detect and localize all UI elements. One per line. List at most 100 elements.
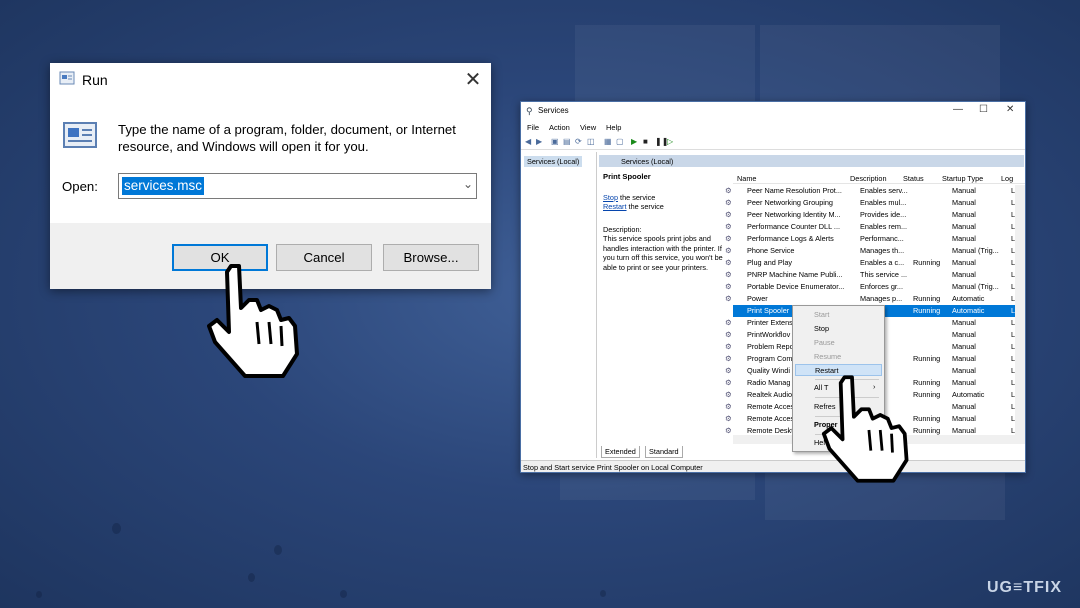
cell-name: Performance Counter DLL ... [747, 222, 841, 231]
cell-startup: Manual (Trig... [952, 282, 999, 291]
browse-button[interactable]: Browse... [383, 244, 479, 271]
pane-header: Services (Local) [599, 155, 1024, 167]
cell-startup: Manual [952, 234, 976, 243]
table-row[interactable]: ⚙ Peer Networking Grouping Enables mul... M… [725, 197, 1025, 209]
table-row[interactable]: ⚙ Plug and Play Enables a c... Running Manua… [725, 257, 1025, 269]
cell-startup: Manual [952, 402, 976, 411]
cell-desc: This service ... [860, 270, 908, 279]
stop-link[interactable]: Stop [603, 193, 618, 202]
menu-item-start[interactable]: Start [795, 309, 882, 321]
cell-startup: Automatic [952, 294, 985, 303]
restart-link[interactable]: Restart [603, 202, 627, 211]
play-icon[interactable]: ▶ [631, 137, 637, 146]
cell-desc: Enables mul... [860, 198, 907, 207]
cell-startup: Manual [952, 186, 976, 195]
menu-view[interactable]: View [580, 123, 596, 132]
column-header[interactable]: Startup Type [942, 174, 983, 183]
cell-startup: Manual [952, 270, 976, 279]
description-label: Description: [603, 225, 642, 234]
tree-item-services-local[interactable]: Services (Local) [524, 156, 583, 167]
cell-startup: Manual [952, 198, 976, 207]
services-title: Services [538, 106, 569, 115]
list-icon[interactable]: ▤ [563, 137, 571, 146]
water-drop [112, 523, 121, 534]
menu-item-pause[interactable]: Pause [795, 337, 882, 349]
vertical-scrollbar[interactable] [1015, 185, 1025, 435]
cell-startup: Manual [952, 342, 976, 351]
cell-startup: Manual [952, 258, 976, 267]
cell-name: Power [747, 294, 768, 303]
close-icon[interactable]: ✕ [461, 69, 485, 91]
gear-icon: ⚙ [725, 330, 732, 339]
gear-icon: ⚙ [725, 318, 732, 327]
minimize-icon[interactable]: — [953, 104, 963, 115]
cell-name: Performance Logs & Alerts [747, 234, 834, 243]
menu-file[interactable]: File [527, 123, 539, 132]
cell-startup: Automatic [952, 390, 985, 399]
cell-desc: Enables rem... [860, 222, 908, 231]
column-header[interactable]: Name [737, 174, 756, 183]
tab-extended[interactable]: Extended [601, 446, 640, 458]
gear-icon: ⚙ [725, 210, 732, 219]
selected-service-name: Print Spooler [603, 172, 651, 181]
cell-startup: Automatic [952, 306, 985, 315]
gear-icon: ⚙ [725, 198, 732, 207]
maximize-icon[interactable]: ☐ [979, 104, 988, 115]
cell-desc: Manages p... [860, 294, 903, 303]
gear-icon: ⚙ [725, 294, 732, 303]
cell-status: Running [913, 390, 941, 399]
menu-help[interactable]: Help [606, 123, 621, 132]
cell-name: Phone Service [747, 246, 795, 255]
open-input-value[interactable]: services.msc [122, 177, 205, 195]
restart-icon[interactable]: ▷ [667, 137, 673, 146]
table-row[interactable]: ⚙ PNRP Machine Name Publi... This service … [725, 269, 1025, 281]
cell-startup: Manual [952, 222, 976, 231]
toolbar: ◀ ▶ ▣ ▤ ⟳ ◫ ▦ ▢ ▶ ■ ❚❚ ▷ [521, 135, 1025, 150]
cell-desc: Provides ide... [860, 210, 907, 219]
status-text: Stop and Start service Print Spooler on … [523, 463, 703, 472]
table-row[interactable]: ⚙ Portable Device Enumerator... Enforces g… [725, 281, 1025, 293]
table-row[interactable]: ⚙PowerManages p...RunningAutomaticLoc [725, 293, 1025, 305]
cell-name: Peer Networking Identity M... [747, 210, 841, 219]
water-drop [600, 590, 606, 597]
table-row[interactable]: ⚙ Peer Networking Identity M... Provides i… [725, 209, 1025, 221]
column-header[interactable]: Description [850, 174, 887, 183]
column-header[interactable]: Status [903, 174, 924, 183]
export-icon[interactable]: ◫ [587, 137, 595, 146]
gear-icon: ⚙ [725, 282, 732, 291]
column-header[interactable]: Log [1001, 174, 1013, 183]
close-icon[interactable]: ✕ [1006, 104, 1014, 115]
tab-standard[interactable]: Standard [645, 446, 683, 458]
table-row[interactable]: ⚙ Performance Logs & Alerts Performanc... M… [725, 233, 1025, 245]
menu-item-stop[interactable]: Stop [795, 323, 882, 335]
table-row[interactable]: ⚙ Performance Counter DLL ... Enables rem.… [725, 221, 1025, 233]
properties-icon[interactable]: ▢ [616, 137, 624, 146]
hand-cursor-icon [207, 264, 299, 378]
refresh-icon[interactable]: ⟳ [575, 137, 582, 146]
run-window-icon [59, 71, 75, 85]
table-row[interactable]: ⚙ Peer Name Resolution Prot... Enables ser… [725, 185, 1025, 197]
cell-desc: Manages th... [860, 246, 905, 255]
gear-icon: ⚙ [725, 390, 732, 399]
cell-status: Running [913, 294, 941, 303]
gear-icon: ⚙ [725, 306, 732, 315]
table-row[interactable]: ⚙ Phone Service Manages th... Manual (Trig.… [725, 245, 1025, 257]
back-icon[interactable]: ◀ [525, 137, 531, 146]
cell-startup: Manual [952, 378, 976, 387]
console-tree-icon[interactable]: ▣ [551, 137, 559, 146]
cell-name: Peer Networking Grouping [747, 198, 833, 207]
stop-icon[interactable]: ■ [643, 137, 648, 146]
pane-header-title: Services (Local) [621, 157, 674, 166]
cell-startup: Manual [952, 330, 976, 339]
menu-action[interactable]: Action [549, 123, 570, 132]
run-description: Type the name of a program, folder, docu… [118, 122, 456, 154]
forward-icon[interactable]: ▶ [536, 137, 542, 146]
open-combobox[interactable]: services.msc ⌄ [118, 173, 477, 199]
water-drop [36, 591, 42, 598]
chevron-down-icon[interactable]: ⌄ [463, 177, 473, 191]
menu-item-resume[interactable]: Resume [795, 351, 882, 363]
cell-status: Running [913, 414, 941, 423]
cell-status: Running [913, 354, 941, 363]
cell-name: Peer Name Resolution Prot... [747, 186, 842, 195]
help-icon[interactable]: ▦ [604, 137, 612, 146]
